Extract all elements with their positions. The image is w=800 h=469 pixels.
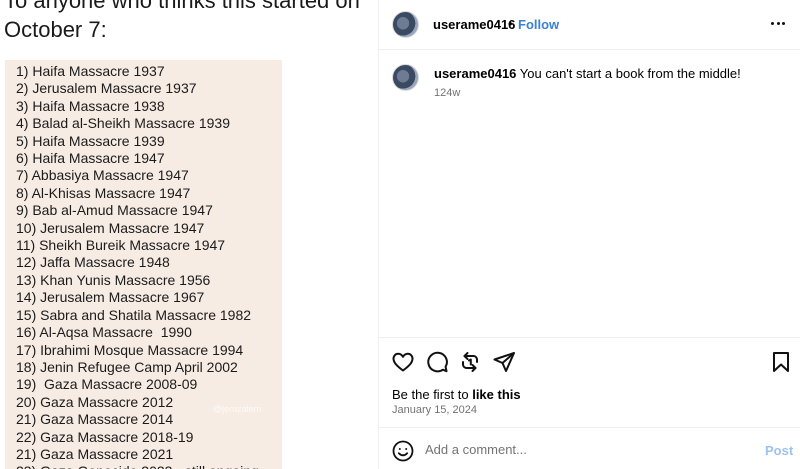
list-item: 3) Haifa Massacre 1938 (16, 97, 165, 114)
list-item: 21) Gaza Massacre 2021 (16, 445, 174, 462)
post-author-username[interactable]: userame0416 (433, 17, 515, 32)
comment-timestamp[interactable]: 124w (434, 87, 460, 99)
image-watermark: @jeruzalem (213, 404, 262, 414)
list-item: 15) Sabra and Shatila Massacre 1982 (16, 306, 252, 323)
list-item: 10) Jerusalem Massacre 1947 (16, 219, 205, 236)
list-item: 1) Haifa Massacre 1937 (16, 63, 165, 79)
post-comment-button[interactable]: Post (765, 443, 793, 458)
list-item: 13) Khan Yunis Massacre 1956 (16, 271, 211, 288)
list-item: 5) Haifa Massacre 1939 (16, 132, 165, 149)
comment-username[interactable]: userame0416 (434, 66, 516, 81)
list-item: 14) Jerusalem Massacre 1967 (16, 289, 205, 306)
comment-input[interactable]: Add a comment... (425, 442, 755, 457)
meme-heading-line: October 7: (4, 17, 107, 42)
comment-text-line: userame0416 You can't start a book from … (434, 66, 741, 81)
list-item: 9) Bab al-Amud Massacre 1947 (16, 202, 213, 219)
like-this-link[interactable]: like this (472, 387, 520, 402)
smiley-icon[interactable] (391, 439, 415, 463)
list-item: 16) Al-Aqsa Massacre 1990 (16, 324, 192, 341)
follow-button[interactable]: Follow (518, 17, 559, 32)
list-item: 19) Gaza Massacre 2008-09 (16, 376, 198, 393)
separator-dot: • (508, 16, 513, 31)
list-item: 11) Sheikh Bureik Massacre 1947 (16, 237, 226, 254)
avatar[interactable] (392, 64, 419, 91)
likes-summary: Be the first to like this (392, 387, 521, 402)
list-item: 18) Jenin Refugee Camp April 2002 (16, 358, 238, 375)
list-item: 7) Abbasiya Massacre 1947 (16, 167, 189, 184)
list-item: 22) Gaza Massacre 2018-19 (16, 428, 194, 445)
list-item: 23) Gaza Genocide 2023 - still ongoing (16, 463, 282, 469)
post-panel: userame0416 • Follow userame0416 You can… (379, 0, 800, 469)
ellipsis-icon[interactable] (771, 22, 785, 26)
speech-bubble-icon[interactable] (425, 350, 449, 374)
avatar[interactable] (392, 11, 419, 38)
massacre-list-paper: 1) Haifa Massacre 1937 2) Jerusalem Massa… (5, 60, 282, 469)
actions-divider (379, 337, 800, 338)
list-item: 8) Al-Khisas Massacre 1947 (16, 184, 191, 201)
meme-heading: To anyone who thinks this started on Oct… (4, 0, 376, 44)
comment-text: You can't start a book from the middle! (519, 66, 741, 81)
list-item: 2) Jerusalem Massacre 1937 (16, 80, 197, 97)
post-image: To anyone who thinks this started on Oct… (0, 0, 378, 469)
list-item: 6) Haifa Massacre 1947 (16, 150, 165, 167)
paper-plane-icon[interactable] (492, 350, 516, 374)
post-header: userame0416 • Follow (379, 0, 800, 50)
post-date[interactable]: January 15, 2024 (392, 404, 477, 416)
list-item: 4) Balad al-Sheikh Massacre 1939 (16, 115, 231, 132)
repost-icon[interactable] (458, 350, 482, 374)
meme-heading-line: To anyone who thinks this started on (4, 0, 360, 13)
header-divider (379, 49, 800, 50)
likes-prefix: Be the first to (392, 387, 473, 402)
bookmark-icon[interactable] (769, 350, 793, 374)
list-item: 12) Jaffa Massacre 1948 (16, 254, 170, 271)
list-item: 17) Ibrahimi Mosque Massacre 1994 (16, 341, 244, 358)
heart-icon[interactable] (391, 350, 415, 374)
comment-bar-divider (379, 427, 800, 428)
